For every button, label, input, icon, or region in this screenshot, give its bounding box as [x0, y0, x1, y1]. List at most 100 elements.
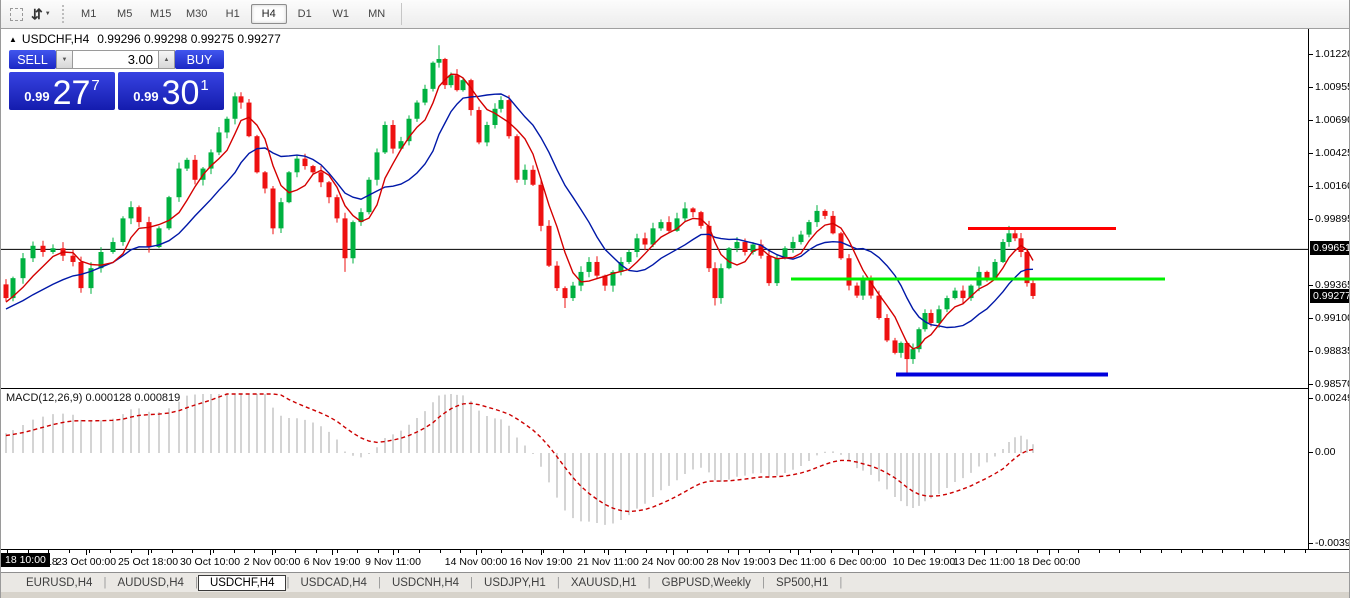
time-minor-tick — [131, 550, 132, 553]
time-major-tick — [393, 550, 394, 555]
volume-input[interactable] — [73, 50, 158, 69]
time-axis-label: 2 Nov 00:00 — [244, 556, 301, 568]
buy-price-big: 30 — [162, 78, 200, 109]
price-axis[interactable]: 1.012201.009551.006901.004251.001600.998… — [1308, 29, 1350, 549]
sell-price-panel[interactable]: 0.99 27 7 — [9, 72, 115, 110]
time-major-tick — [210, 550, 211, 555]
time-axis-label: 6 Dec 00:00 — [830, 556, 887, 568]
chart-tab-usdcad-h4[interactable]: USDCAD,H4 — [289, 575, 377, 591]
timeframe-button-w1[interactable]: W1 — [323, 4, 359, 24]
time-minor-tick — [543, 550, 544, 553]
axis-tick — [1309, 186, 1313, 187]
timeframe-toolbar: M1M5M15M30H1H4D1W1MN — [71, 4, 395, 24]
time-minor-tick — [419, 550, 420, 553]
time-axis-label: 24 Nov 00:00 — [642, 556, 704, 568]
time-minor-tick — [646, 550, 647, 553]
price-axis-label: 0.00 — [1315, 446, 1335, 458]
time-minor-tick — [1161, 550, 1162, 553]
axis-tick — [1309, 87, 1313, 88]
macd-chart-canvas[interactable] — [1, 391, 1308, 549]
time-minor-tick — [584, 550, 585, 553]
time-axis-label: 18 Dec 00:00 — [1018, 556, 1080, 568]
time-minor-tick — [1119, 550, 1120, 553]
pane-separator[interactable] — [1, 388, 1308, 389]
chart-tab-usdchf-h4[interactable]: USDCHF,H4 — [198, 575, 287, 591]
time-minor-tick — [440, 550, 441, 553]
time-axis-label: 3 Dec 11:00 — [770, 556, 826, 568]
chart-tab-audusd-h4[interactable]: AUDUSD,H4 — [106, 575, 194, 591]
trade-arrows-icon[interactable]: ⇵ ▼ — [27, 4, 55, 24]
trading-terminal-window: ⇵ ▼ M1M5M15M30H1H4D1W1MN ▲ USDCHF,H4 0.9… — [0, 0, 1350, 598]
price-axis-label: 1.00160 — [1315, 180, 1350, 192]
time-axis-highlight: 18 10:00 — [1, 553, 50, 567]
macd-indicator-label: MACD(12,26,9) 0.000128 0.000819 — [6, 392, 180, 404]
time-minor-tick — [192, 550, 193, 553]
volume-increase-button[interactable]: ▲ — [158, 50, 175, 69]
time-axis-label: 6 Nov 19:00 — [304, 556, 361, 568]
window-bottom-strip — [1, 592, 1350, 598]
buy-price-panel[interactable]: 0.99 30 1 — [118, 72, 224, 110]
time-axis-label: 9 Nov 11:00 — [365, 556, 421, 568]
volume-decrease-button[interactable]: ▼ — [56, 50, 73, 69]
sell-button[interactable]: SELL — [9, 50, 56, 69]
time-minor-tick — [666, 550, 667, 553]
time-minor-tick — [852, 550, 853, 553]
time-major-tick — [924, 550, 925, 555]
chart-frame-icon[interactable] — [6, 4, 27, 24]
tab-separator: | — [839, 577, 842, 589]
dropdown-caret-icon: ▼ — [45, 11, 51, 17]
buy-button[interactable]: BUY — [175, 50, 224, 69]
timeframe-button-h1[interactable]: H1 — [215, 4, 251, 24]
timeframe-button-m1[interactable]: M1 — [71, 4, 107, 24]
price-axis-label: 0.99895 — [1315, 213, 1350, 225]
price-axis-label: 1.00955 — [1315, 81, 1350, 93]
sell-price-big: 27 — [53, 78, 91, 109]
time-major-tick — [1049, 550, 1050, 555]
timeframe-button-d1[interactable]: D1 — [287, 4, 323, 24]
timeframe-button-m30[interactable]: M30 — [179, 4, 215, 24]
timeframe-button-h4[interactable]: H4 — [251, 4, 287, 24]
time-minor-tick — [625, 550, 626, 553]
toolbar-grip[interactable] — [62, 5, 64, 23]
chart-tab-eurusd-h4[interactable]: EURUSD,H4 — [15, 575, 103, 591]
time-minor-tick — [295, 550, 296, 553]
time-minor-tick — [769, 550, 770, 553]
chart-tab-usdjpy-h1[interactable]: USDJPY,H1 — [473, 575, 557, 591]
axis-tick — [1309, 318, 1313, 319]
time-minor-tick — [1037, 550, 1038, 553]
chart-tab-usdcnh-h4[interactable]: USDCNH,H4 — [381, 575, 470, 591]
time-axis-label: 25 Oct 18:00 — [118, 556, 178, 568]
time-axis-label: 30 Oct 10:00 — [180, 556, 240, 568]
time-minor-tick — [831, 550, 832, 553]
time-axis-label: 13 Dec 11:00 — [953, 556, 1015, 568]
chart-tab-gbpusd-weekly[interactable]: GBPUSD,Weekly — [651, 575, 762, 591]
timeframe-button-m5[interactable]: M5 — [107, 4, 143, 24]
time-minor-tick — [1078, 550, 1079, 553]
time-axis-label: 14 Nov 00:00 — [445, 556, 507, 568]
time-minor-tick — [398, 550, 399, 553]
chart-ohlc-values: 0.99296 0.99298 0.99275 0.99277 — [97, 32, 281, 46]
time-minor-tick — [1222, 550, 1223, 553]
time-minor-tick — [522, 550, 523, 553]
price-axis-highlight: 0.99651 — [1310, 241, 1350, 255]
timeframe-button-mn[interactable]: MN — [359, 4, 395, 24]
collapse-triangle-icon[interactable]: ▲ — [9, 35, 17, 44]
toolbar-separator — [401, 3, 402, 25]
chart-tab-sp500-h1[interactable]: SP500,H1 — [765, 575, 839, 591]
time-minor-tick — [172, 550, 173, 553]
time-minor-tick — [69, 550, 70, 553]
axis-tick — [1309, 285, 1313, 286]
toolbar: ⇵ ▼ M1M5M15M30H1H4D1W1MN — [1, 0, 1349, 29]
axis-tick — [1309, 398, 1313, 399]
chart-tab-xauusd-h1[interactable]: XAUUSD,H1 — [560, 575, 648, 591]
chart-title: ▲ USDCHF,H4 0.99296 0.99298 0.99275 0.99… — [9, 32, 281, 46]
timeframe-button-m15[interactable]: M15 — [143, 4, 179, 24]
time-minor-tick — [955, 550, 956, 553]
time-minor-tick — [481, 550, 482, 553]
time-major-tick — [984, 550, 985, 555]
time-minor-tick — [1284, 550, 1285, 553]
time-axis[interactable]: 18 10:001823 Oct 00:0025 Oct 18:0030 Oct… — [1, 549, 1350, 572]
axis-tick — [1309, 452, 1313, 453]
axis-tick — [1309, 219, 1313, 220]
time-minor-tick — [790, 550, 791, 553]
